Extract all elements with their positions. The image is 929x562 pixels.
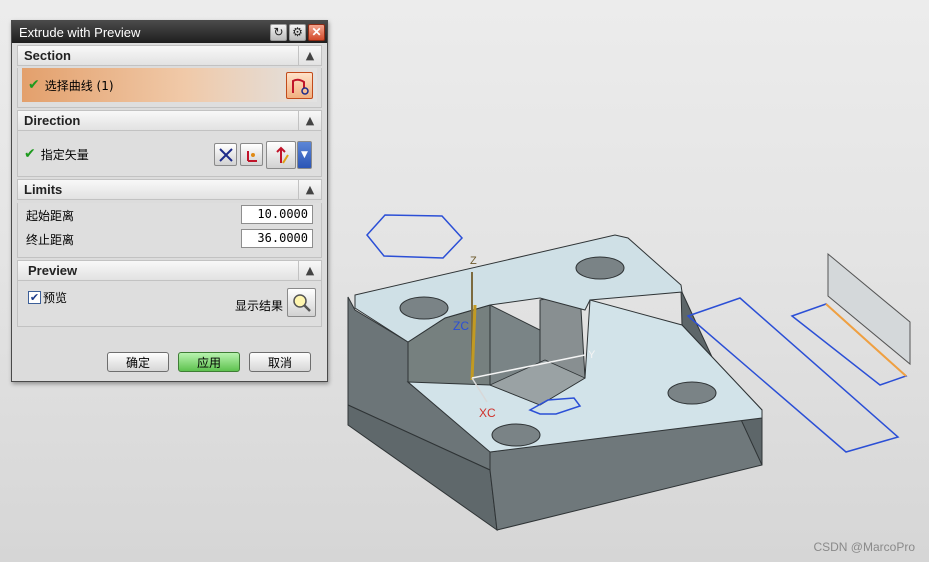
checkmark-icon: ✔ [24,146,36,162]
direction-group: Direction ▲ ✔ 指定矢量 ▼ [12,110,327,177]
specify-vector-row: ✔ 指定矢量 ▼ [18,131,321,177]
hole-bottom-left [491,423,541,447]
limits-group: Limits ▲ 起始距离 10.0000 终止距离 36.0000 [12,179,327,258]
start-distance-row: 起始距离 10.0000 [18,203,321,227]
direction-title: Direction [24,113,81,128]
section-title: Section [24,48,71,63]
z-axis-label: Z [470,255,477,267]
dialog-title: Extrude with Preview [19,24,141,40]
dialog-titlebar[interactable]: Extrude with Preview ↻ ⚙ ✕ [12,21,327,43]
select-curve-row[interactable]: ✔ 选择曲线 (1) [22,68,317,102]
gear-icon[interactable]: ⚙ [289,23,306,41]
ok-button[interactable]: 确定 [107,352,169,372]
vector-dialog-icon[interactable] [240,143,263,166]
specify-vector-label: 指定矢量 [40,147,89,162]
inferred-vector-icon[interactable] [266,141,296,169]
section-header[interactable]: Section ▲ [17,45,322,66]
preview-title: Preview [28,263,78,278]
chevron-up-icon[interactable]: ▲ [298,180,321,199]
zc-axis-label: ZC [453,319,469,333]
direction-header[interactable]: Direction ▲ [17,110,322,131]
section-group: Section ▲ ✔ 选择曲线 (1) [12,45,327,108]
cancel-button[interactable]: 取消 [249,352,311,372]
chevron-up-icon[interactable]: ▲ [298,261,321,280]
y-axis-label: Y [588,349,596,361]
limits-title: Limits [24,182,63,197]
checkmark-icon: ✔ [28,77,40,93]
start-distance-label: 起始距离 [26,208,75,223]
reverse-direction-icon[interactable] [214,143,237,166]
close-icon[interactable]: ✕ [308,23,325,41]
end-distance-label: 终止距离 [26,232,75,247]
reset-icon[interactable]: ↻ [270,23,287,41]
preview-checkbox-label: 预览 [43,291,68,305]
hexagon-curve [366,214,464,259]
chevron-down-icon[interactable]: ▼ [297,141,312,169]
hole-top-left [399,296,449,320]
dialog-footer: 确定 应用 取消 [12,352,327,376]
show-result-label: 显示结果 [234,299,283,313]
preview-plane [827,252,911,366]
limits-header[interactable]: Limits ▲ [17,179,322,200]
start-distance-field[interactable]: 10.0000 [241,205,313,224]
end-distance-field[interactable]: 36.0000 [241,229,313,248]
apply-button[interactable]: 应用 [178,352,240,372]
extrude-dialog: Extrude with Preview ↻ ⚙ ✕ Section ▲ ✔ 选… [11,20,328,382]
preview-group: Preview ▲ ✔ 预览 显示结果 [12,260,327,327]
show-result-icon[interactable] [287,288,316,317]
chevron-up-icon[interactable]: ▲ [298,111,321,130]
preview-header[interactable]: Preview ▲ [17,260,322,281]
hole-top-right [575,256,625,280]
xc-axis-label: XC [479,406,496,420]
end-distance-row: 终止距离 36.0000 [18,227,321,251]
select-curve-label: 选择曲线 (1) [44,78,114,93]
preview-checkbox-row[interactable]: ✔ 预览 [28,289,67,306]
curve-select-icon[interactable] [286,72,313,99]
chevron-up-icon[interactable]: ▲ [298,46,321,65]
preview-checkbox[interactable]: ✔ [28,291,41,304]
hole-bottom-right [667,381,717,405]
watermark: CSDN @MarcoPro [813,540,915,554]
